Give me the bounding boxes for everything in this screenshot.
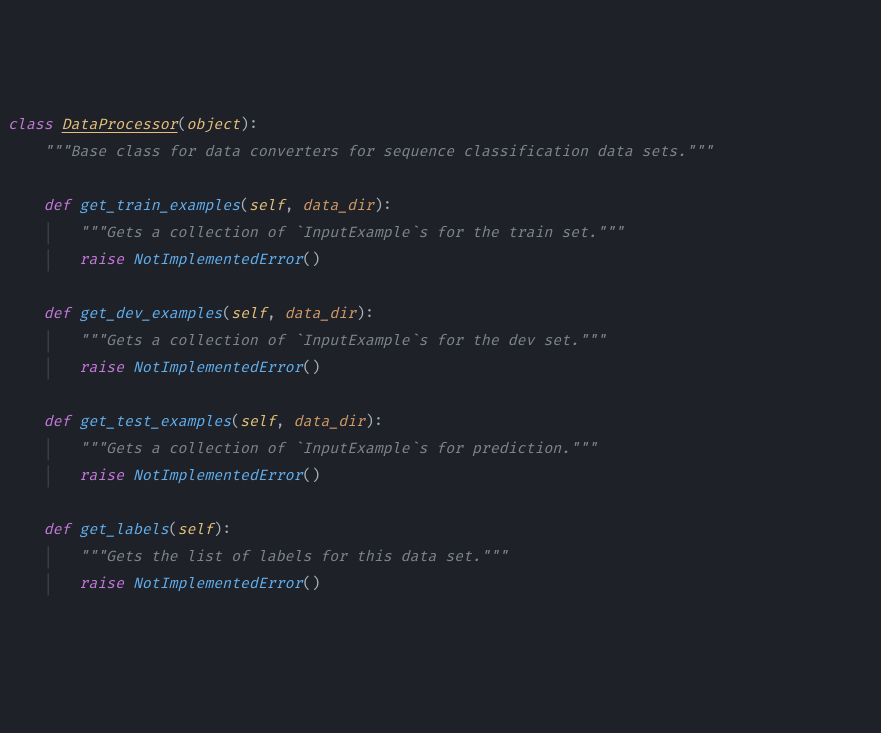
code-line-blank[interactable] (8, 274, 873, 301)
param: data_dir (294, 414, 365, 431)
code-line[interactable]: │ raise NotImplementedError() (8, 463, 873, 490)
paren-close: ): (240, 117, 258, 134)
call-parens: () (303, 576, 321, 593)
code-line[interactable]: def get_test_examples(self, data_dir): (8, 409, 873, 436)
comma: , (285, 198, 303, 215)
indent-guide: │ (8, 252, 79, 269)
keyword-def: def (44, 306, 71, 323)
keyword-def: def (44, 414, 71, 431)
keyword-def: def (44, 522, 71, 539)
indent-guide: │ (8, 225, 79, 242)
exception-name: NotImplementedError (133, 252, 303, 269)
param: data_dir (303, 198, 374, 215)
indent-guide: │ (8, 333, 79, 350)
indent-guide: │ (8, 549, 79, 566)
code-line[interactable]: class DataProcessor(object): (8, 112, 873, 139)
code-line[interactable]: │ """Gets the list of labels for this da… (8, 544, 873, 571)
code-line-blank[interactable] (8, 382, 873, 409)
code-editor: class DataProcessor(object): """Base cla… (8, 112, 873, 598)
docstring: """Gets a collection of `InputExample`s … (79, 225, 623, 242)
paren-open: ( (222, 306, 231, 323)
code-line[interactable]: │ raise NotImplementedError() (8, 571, 873, 598)
exception-name: NotImplementedError (133, 576, 303, 593)
base-class: object (187, 117, 241, 134)
code-line[interactable]: def get_labels(self): (8, 517, 873, 544)
code-line[interactable]: def get_train_examples(self, data_dir): (8, 193, 873, 220)
paren-close: ): (213, 522, 231, 539)
docstring: """Base class for data converters for se… (44, 144, 713, 161)
param: data_dir (285, 306, 356, 323)
keyword-raise: raise (79, 360, 124, 377)
param-self: self (249, 198, 285, 215)
code-line-blank[interactable] (8, 490, 873, 517)
exception-name: NotImplementedError (133, 468, 303, 485)
call-parens: () (303, 360, 321, 377)
keyword-raise: raise (79, 576, 124, 593)
code-line[interactable]: │ """Gets a collection of `InputExample`… (8, 328, 873, 355)
indent-guide: │ (8, 441, 79, 458)
code-line[interactable]: │ raise NotImplementedError() (8, 355, 873, 382)
indent-guide: │ (8, 468, 79, 485)
paren-close: ): (365, 414, 383, 431)
code-line[interactable]: def get_dev_examples(self, data_dir): (8, 301, 873, 328)
docstring: """Gets a collection of `InputExample`s … (79, 441, 597, 458)
param-self: self (240, 414, 276, 431)
code-line-blank[interactable] (8, 166, 873, 193)
call-parens: () (303, 468, 321, 485)
code-line[interactable]: │ """Gets a collection of `InputExample`… (8, 436, 873, 463)
comma: , (267, 306, 285, 323)
comma: , (276, 414, 294, 431)
function-name: get_train_examples (79, 198, 240, 215)
function-name: get_test_examples (79, 414, 231, 431)
param-self: self (178, 522, 214, 539)
keyword-raise: raise (79, 252, 124, 269)
paren-open: ( (178, 117, 187, 134)
keyword-raise: raise (79, 468, 124, 485)
keyword-class: class (8, 117, 53, 134)
code-line[interactable]: │ raise NotImplementedError() (8, 247, 873, 274)
paren-close: ): (374, 198, 392, 215)
indent-guide: │ (8, 360, 79, 377)
docstring: """Gets a collection of `InputExample`s … (79, 333, 605, 350)
paren-close: ): (356, 306, 374, 323)
paren-open: ( (231, 414, 240, 431)
indent-guide: │ (8, 576, 79, 593)
exception-name: NotImplementedError (133, 360, 303, 377)
call-parens: () (303, 252, 321, 269)
paren-open: ( (169, 522, 178, 539)
param-self: self (231, 306, 267, 323)
code-line[interactable]: │ """Gets a collection of `InputExample`… (8, 220, 873, 247)
class-name: DataProcessor (62, 117, 178, 134)
code-line[interactable]: """Base class for data converters for se… (8, 139, 873, 166)
function-name: get_dev_examples (79, 306, 222, 323)
docstring: """Gets the list of labels for this data… (79, 549, 507, 566)
function-name: get_labels (79, 522, 168, 539)
paren-open: ( (240, 198, 249, 215)
keyword-def: def (44, 198, 71, 215)
